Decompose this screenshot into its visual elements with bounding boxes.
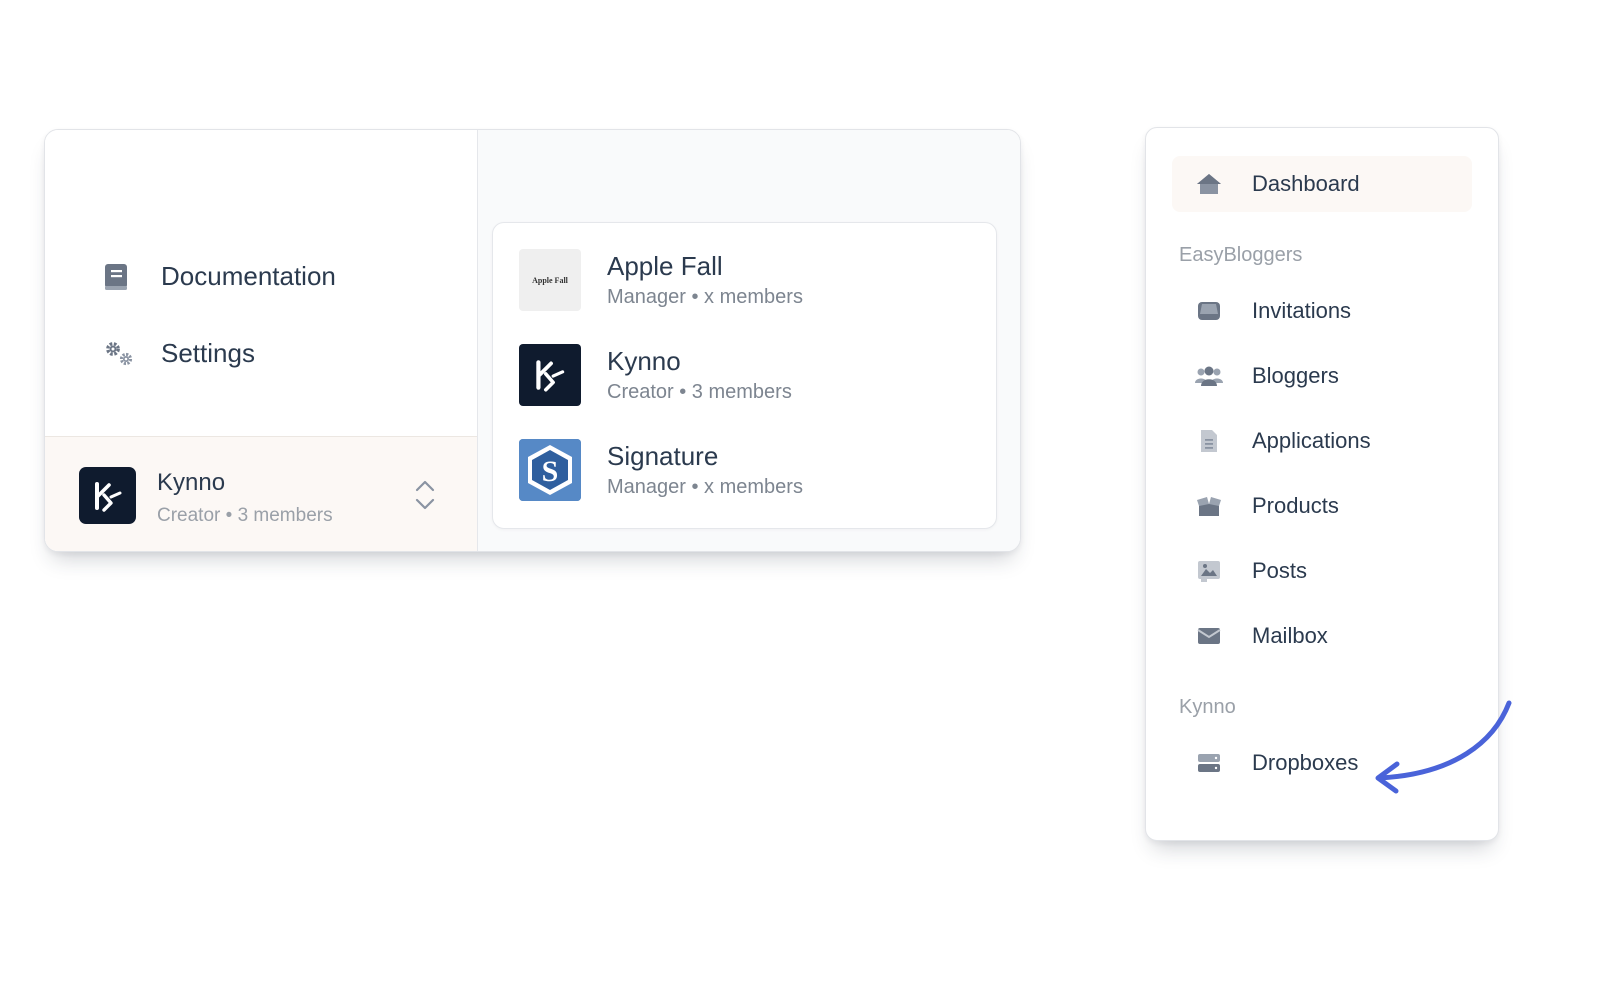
sidebar-item-products[interactable]: Products [1172, 478, 1472, 534]
sidebar-item-label: Applications [1252, 428, 1371, 453]
kynno-logo [79, 467, 136, 524]
inbox-icon [1192, 300, 1226, 322]
sidebar-item-label: Invitations [1252, 298, 1352, 323]
workspace-name: Kynno [607, 346, 681, 376]
apple-fall-logo-text: Apple Fall [532, 275, 568, 285]
sidebar-item-invitations[interactable]: Invitations [1172, 283, 1472, 339]
workspace-switcher-panel: Documentation Settings Kynno Creator • 3… [44, 129, 1021, 552]
sidebar-item-mailbox[interactable]: Mailbox [1172, 608, 1472, 664]
current-workspace-subtitle: Creator • 3 members [157, 505, 333, 526]
sidebar-item-applications[interactable]: Applications [1172, 413, 1472, 469]
sidebar-item-label: Dashboard [1252, 171, 1360, 196]
settings-link[interactable]: Settings [103, 338, 255, 369]
section-heading-easybloggers: EasyBloggers [1179, 244, 1303, 266]
workspace-item-kynno[interactable]: Kynno Creator • 3 members [519, 344, 979, 406]
workspace-name: Apple Fall [607, 251, 723, 281]
workspace-subtitle: Manager • x members [607, 476, 803, 498]
sidebar-item-label: Posts [1252, 558, 1308, 583]
home-icon [1192, 172, 1226, 196]
sidebar-item-label: Mailbox [1252, 623, 1328, 648]
menu-column: Documentation Settings Kynno Creator • 3… [45, 130, 478, 551]
image-icon [1192, 559, 1226, 583]
sidebar-item-label: Products [1252, 493, 1339, 518]
gears-icon [103, 339, 141, 369]
documentation-label: Documentation [161, 261, 336, 291]
signature-logo: S [519, 439, 581, 501]
workspace-list-column: Apple Fall Apple Fall Manager • x member… [478, 130, 1020, 551]
document-icon [1192, 428, 1226, 454]
workspace-item-apple-fall[interactable]: Apple Fall Apple Fall Manager • x member… [519, 249, 979, 311]
box-icon [1192, 494, 1226, 518]
section-heading-kynno: Kynno [1179, 696, 1236, 718]
workspace-name: Signature [607, 441, 719, 471]
current-workspace-name: Kynno [157, 469, 226, 496]
current-workspace-selector[interactable]: Kynno Creator • 3 members [45, 436, 477, 551]
documentation-link[interactable]: Documentation [103, 261, 336, 292]
settings-label: Settings [161, 338, 255, 368]
workspace-subtitle: Creator • 3 members [607, 381, 792, 403]
workspace-subtitle: Manager • x members [607, 286, 803, 308]
workspace-item-signature[interactable]: S Signature Manager • x members [519, 439, 979, 501]
sidebar-item-label: Dropboxes [1252, 750, 1359, 775]
svg-text:S: S [542, 455, 559, 488]
chevron-up-down-icon[interactable] [413, 477, 437, 518]
sidebar-item-bloggers[interactable]: Bloggers [1172, 348, 1472, 404]
sidebar-item-label: Bloggers [1252, 363, 1339, 388]
sidebar-item-posts[interactable]: Posts [1172, 543, 1472, 599]
kynno-logo [519, 344, 581, 406]
users-icon [1192, 365, 1226, 387]
workspace-list: Apple Fall Apple Fall Manager • x member… [492, 222, 997, 529]
sidebar-item-dashboard[interactable]: Dashboard [1172, 156, 1472, 212]
envelope-icon [1192, 626, 1226, 646]
book-icon [103, 262, 141, 292]
apple-fall-logo: Apple Fall [519, 249, 581, 311]
server-icon [1192, 752, 1226, 774]
annotation-arrow [1375, 700, 1512, 794]
